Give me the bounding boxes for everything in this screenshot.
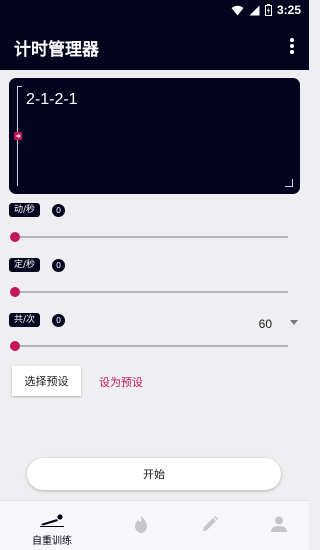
exercise-icon: [40, 514, 64, 527]
slider-thumb[interactable]: [10, 341, 20, 351]
person-icon: [271, 516, 287, 532]
dropdown-arrow-icon[interactable]: [290, 320, 298, 325]
slider-count-badge: 0: [52, 259, 65, 272]
start-button[interactable]: 开始: [27, 458, 281, 490]
sequence-editor[interactable]: 2-1-2-1: [9, 78, 300, 194]
app-bar: 计时管理器: [0, 22, 309, 70]
slider-track[interactable]: [10, 341, 288, 351]
nav-label: 自重训练: [32, 536, 72, 547]
sequence-text: 2-1-2-1: [26, 91, 78, 108]
battery-icon: [264, 4, 272, 16]
slider-label: 共/次: [9, 313, 41, 327]
page-title: 计时管理器: [14, 40, 99, 60]
more-vert-icon[interactable]: [289, 38, 295, 56]
corner-bracket-bottom-right: [285, 179, 293, 187]
slider-track[interactable]: [10, 287, 288, 297]
slider-label: 动/秒: [9, 203, 41, 217]
fire-icon: [135, 515, 147, 533]
nav-item-bodyweight[interactable]: 自重训练: [17, 501, 87, 550]
slider-track[interactable]: [10, 232, 288, 242]
save-preset-link[interactable]: 设为预设: [99, 374, 143, 390]
slider-label: 定/秒: [9, 258, 41, 272]
slider-count-badge: 0: [52, 314, 65, 327]
status-bar: 3:25: [0, 0, 309, 22]
signal-icon: [249, 5, 260, 15]
cursor-marker-icon: [14, 132, 22, 140]
choose-preset-button[interactable]: 选择预设: [12, 366, 81, 396]
status-icons: 3:25: [231, 3, 301, 17]
reps-select[interactable]: 60: [259, 317, 272, 331]
wifi-icon: [231, 5, 244, 15]
pencil-icon: [203, 516, 218, 531]
nav-item-profile[interactable]: [244, 501, 314, 550]
nav-item-fire[interactable]: [106, 501, 176, 550]
bottom-nav: 自重训练: [0, 500, 309, 550]
slider-thumb[interactable]: [10, 287, 20, 297]
slider-count-badge: 0: [52, 204, 65, 217]
slider-thumb[interactable]: [10, 232, 20, 242]
nav-item-edit[interactable]: [175, 501, 245, 550]
status-time: 3:25: [276, 3, 301, 17]
